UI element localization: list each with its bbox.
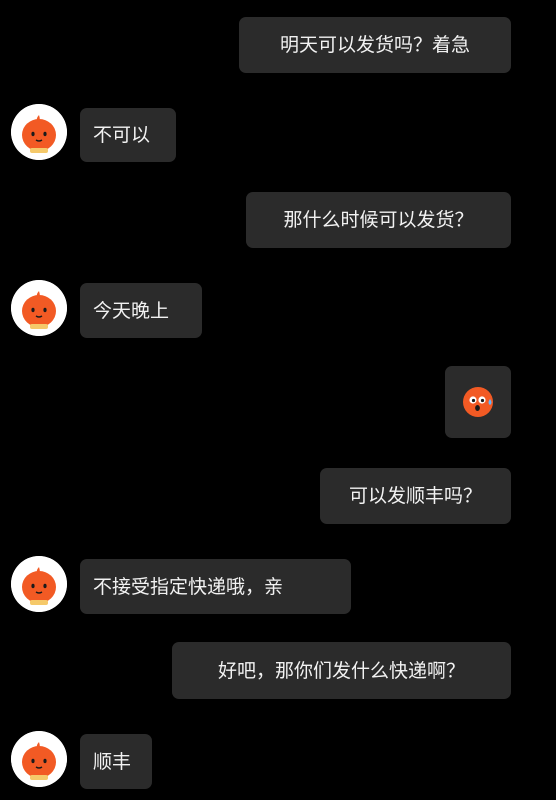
message-bubble-sent[interactable]: 可以发顺丰吗？ — [320, 468, 511, 524]
mascot-avatar-icon — [11, 280, 67, 336]
seller-avatar[interactable] — [11, 731, 67, 787]
sticker-message-bubble[interactable] — [445, 366, 511, 438]
seller-avatar[interactable] — [11, 556, 67, 612]
message-text: 不接受指定快递哦，亲 — [93, 575, 284, 598]
message-bubble-sent[interactable]: 好吧，那你们发什么快递啊？ — [172, 642, 511, 699]
chat-conversation: 明天可以发货吗？着急 不可以 那什么时候可以发货？ 今天晚上 可以发顺丰吗？ 不… — [0, 0, 556, 800]
message-text: 不可以 — [93, 124, 151, 146]
message-bubble-received[interactable]: 不可以 — [80, 108, 176, 162]
message-text: 可以发顺丰吗？ — [348, 485, 482, 507]
message-text: 今天晚上 — [93, 299, 170, 322]
message-bubble-received[interactable]: 今天晚上 — [80, 283, 202, 338]
seller-avatar[interactable] — [11, 104, 67, 160]
message-text: 顺丰 — [93, 750, 132, 773]
message-bubble-sent[interactable]: 明天可以发货吗？着急 — [239, 17, 511, 73]
message-text: 明天可以发货吗？着急 — [279, 34, 470, 56]
message-bubble-sent[interactable]: 那什么时候可以发货？ — [246, 192, 511, 248]
seller-avatar[interactable] — [11, 280, 67, 336]
message-bubble-received[interactable]: 不接受指定快递哦，亲 — [80, 559, 351, 614]
mascot-avatar-icon — [11, 556, 67, 612]
nervous-sweat-face-emoji-icon — [463, 387, 493, 417]
message-text: 那什么时候可以发货？ — [283, 209, 474, 231]
mascot-avatar-icon — [11, 731, 67, 787]
message-bubble-received[interactable]: 顺丰 — [80, 734, 152, 789]
mascot-avatar-icon — [11, 104, 67, 160]
message-text: 好吧，那你们发什么快递啊？ — [217, 659, 465, 682]
